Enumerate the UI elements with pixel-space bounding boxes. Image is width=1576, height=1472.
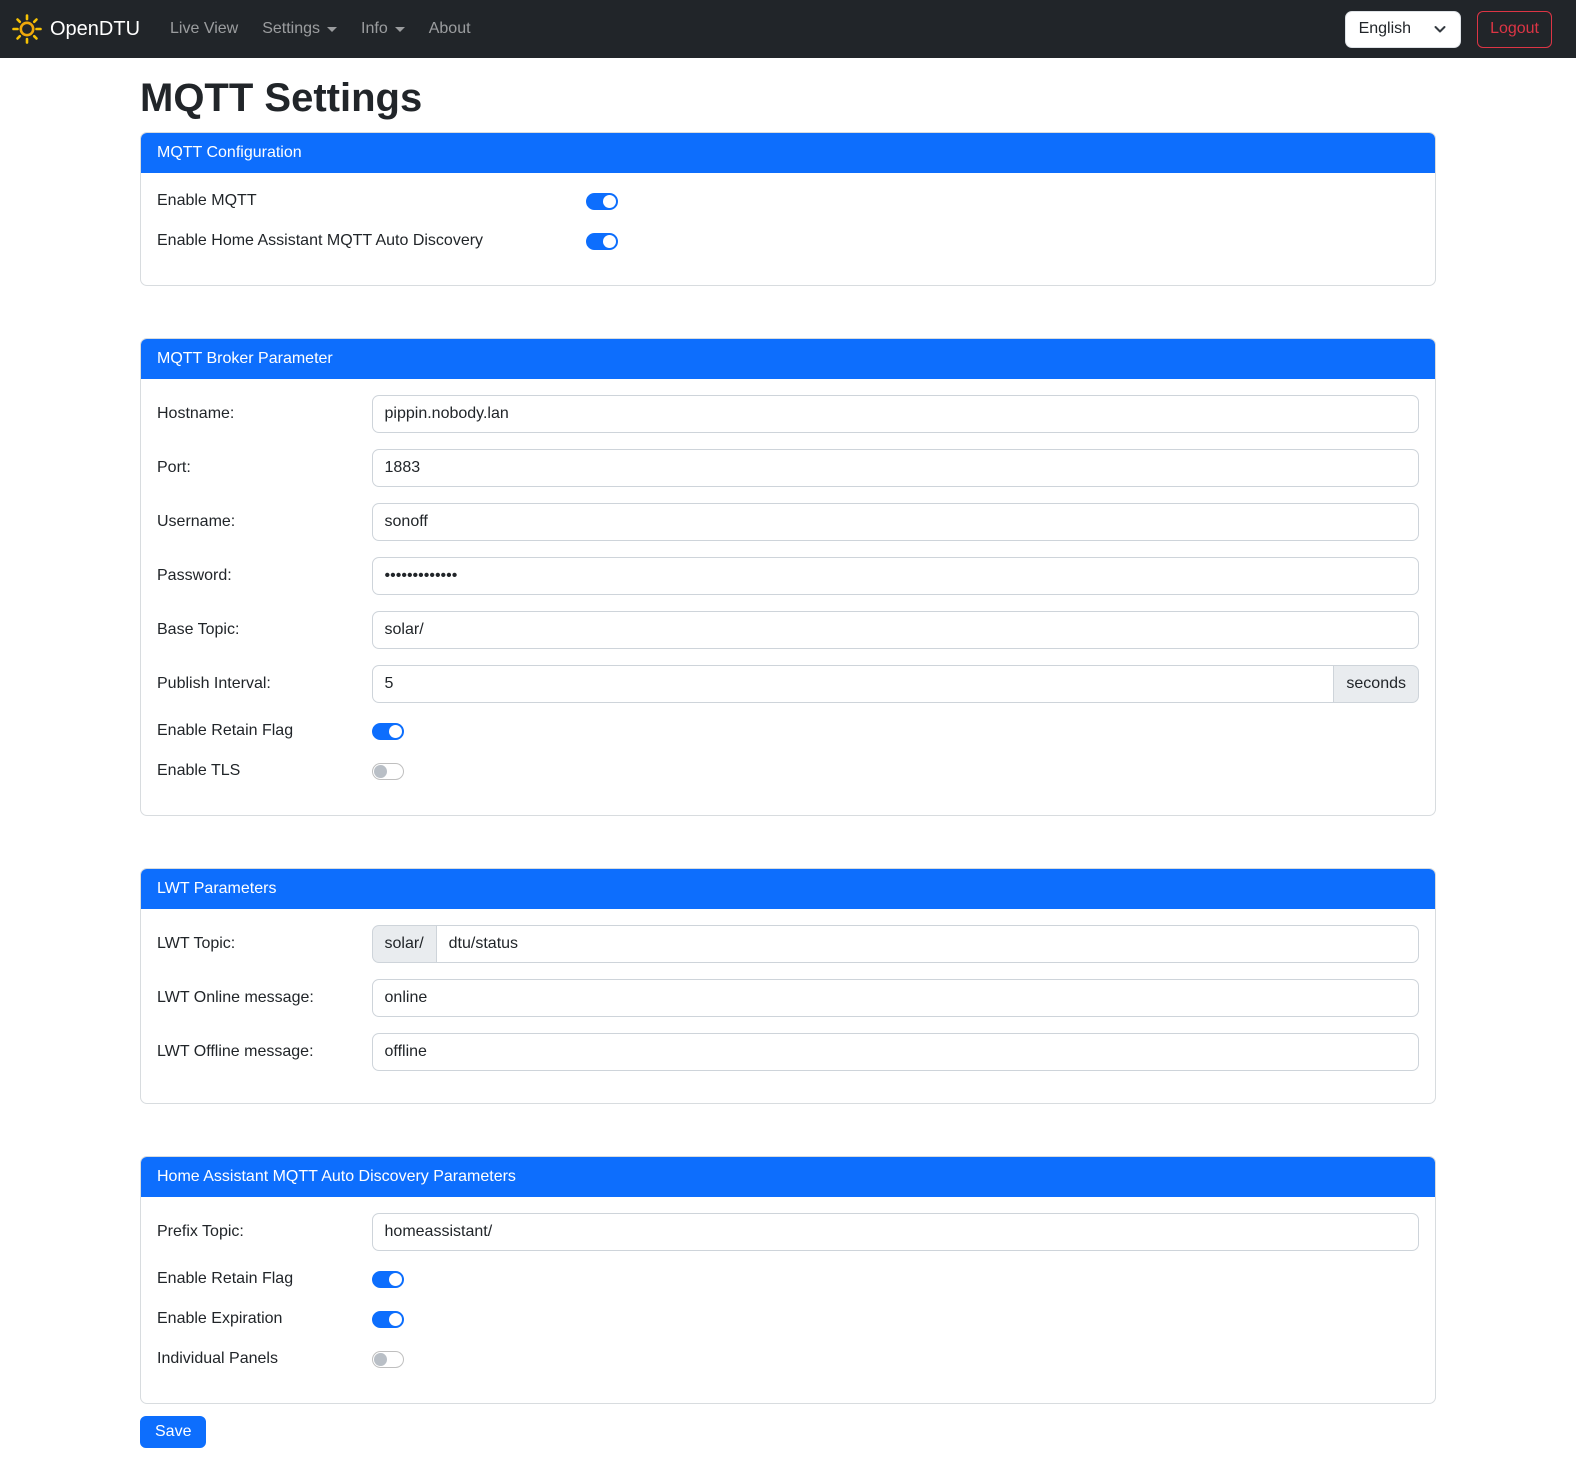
- navbar: OpenDTU Live View Settings Info About En…: [0, 0, 1576, 58]
- card-lwt-parameters: LWT Parameters LWT Topic: solar/ LWT Onl…: [140, 868, 1436, 1104]
- lwt-topic-row: LWT Topic: solar/: [157, 925, 1419, 963]
- navbar-right: English Logout: [1345, 11, 1552, 48]
- brand-label: OpenDTU: [50, 18, 140, 41]
- hostname-label: Hostname:: [157, 405, 372, 423]
- card-mqtt-broker-body: Hostname: Port: Username: Password:: [141, 379, 1435, 815]
- username-input[interactable]: [372, 503, 1419, 541]
- lwt-online-label: LWT Online message:: [157, 989, 372, 1007]
- nav-live-view[interactable]: Live View: [158, 12, 250, 46]
- publish-interval-input[interactable]: [372, 665, 1335, 703]
- base-topic-row: Base Topic:: [157, 611, 1419, 649]
- base-topic-label: Base Topic:: [157, 621, 372, 639]
- chevron-down-icon: [327, 27, 337, 32]
- nav-about[interactable]: About: [417, 12, 483, 46]
- ha-retain-row: Enable Retain Flag: [157, 1267, 1419, 1291]
- port-label: Port:: [157, 459, 372, 477]
- card-mqtt-configuration-header: MQTT Configuration: [141, 133, 1435, 173]
- card-mqtt-configuration-body: Enable MQTT Enable Home Assistant MQTT A…: [141, 173, 1435, 285]
- publish-interval-row: Publish Interval: seconds: [157, 665, 1419, 703]
- hostname-input[interactable]: [372, 395, 1419, 433]
- chevron-down-icon: [395, 27, 405, 32]
- ha-retain-toggle[interactable]: [372, 1271, 404, 1288]
- save-button[interactable]: Save: [140, 1416, 206, 1448]
- language-select[interactable]: English: [1345, 11, 1461, 48]
- base-topic-input[interactable]: [372, 611, 1419, 649]
- password-label: Password:: [157, 567, 372, 585]
- prefix-topic-label: Prefix Topic:: [157, 1223, 372, 1241]
- card-lwt-parameters-body: LWT Topic: solar/ LWT Online message: LW…: [141, 909, 1435, 1103]
- navbar-left: OpenDTU Live View Settings Info About: [12, 12, 483, 46]
- card-ha-discovery: Home Assistant MQTT Auto Discovery Param…: [140, 1156, 1436, 1404]
- enable-tls-row: Enable TLS: [157, 759, 1419, 783]
- language-selected-value: English: [1359, 20, 1411, 38]
- lwt-topic-label: LWT Topic:: [157, 935, 372, 953]
- lwt-offline-input[interactable]: [372, 1033, 1419, 1071]
- port-input[interactable]: [372, 449, 1419, 487]
- lwt-online-input[interactable]: [372, 979, 1419, 1017]
- enable-expiration-label: Enable Expiration: [157, 1310, 372, 1328]
- prefix-topic-input[interactable]: [372, 1213, 1419, 1251]
- lwt-offline-label: LWT Offline message:: [157, 1043, 372, 1061]
- main-content: MQTT Settings MQTT Configuration Enable …: [128, 58, 1448, 1472]
- card-lwt-parameters-header: LWT Parameters: [141, 869, 1435, 909]
- port-row: Port:: [157, 449, 1419, 487]
- password-input[interactable]: [372, 557, 1419, 595]
- enable-mqtt-label: Enable MQTT: [157, 192, 586, 210]
- username-label: Username:: [157, 513, 372, 531]
- enable-mqtt-toggle[interactable]: [586, 193, 618, 210]
- page-title: MQTT Settings: [140, 74, 1436, 122]
- lwt-topic-prefix: solar/: [372, 925, 437, 963]
- enable-tls-label: Enable TLS: [157, 762, 372, 780]
- enable-expiration-toggle[interactable]: [372, 1311, 404, 1328]
- username-row: Username:: [157, 503, 1419, 541]
- enable-ha-discovery-row: Enable Home Assistant MQTT Auto Discover…: [157, 229, 1419, 253]
- card-mqtt-broker-header: MQTT Broker Parameter: [141, 339, 1435, 379]
- publish-interval-unit: seconds: [1334, 665, 1419, 703]
- brand-link[interactable]: OpenDTU: [12, 14, 140, 44]
- broker-retain-label: Enable Retain Flag: [157, 722, 372, 740]
- nav-settings-label: Settings: [262, 20, 320, 38]
- nav-info-label: Info: [361, 20, 388, 38]
- lwt-topic-input[interactable]: [437, 925, 1419, 963]
- individual-panels-label: Individual Panels: [157, 1350, 372, 1368]
- sun-icon: [12, 14, 42, 44]
- nav-info[interactable]: Info: [349, 12, 417, 46]
- enable-expiration-row: Enable Expiration: [157, 1307, 1419, 1331]
- enable-ha-discovery-label: Enable Home Assistant MQTT Auto Discover…: [157, 232, 586, 250]
- enable-tls-toggle[interactable]: [372, 763, 404, 780]
- password-row: Password:: [157, 557, 1419, 595]
- individual-panels-row: Individual Panels: [157, 1347, 1419, 1371]
- card-mqtt-broker: MQTT Broker Parameter Hostname: Port: Us…: [140, 338, 1436, 816]
- card-mqtt-configuration: MQTT Configuration Enable MQTT Enable Ho…: [140, 132, 1436, 286]
- card-ha-discovery-header: Home Assistant MQTT Auto Discovery Param…: [141, 1157, 1435, 1197]
- publish-interval-label: Publish Interval:: [157, 675, 372, 693]
- logout-button[interactable]: Logout: [1477, 11, 1552, 48]
- lwt-offline-row: LWT Offline message:: [157, 1033, 1419, 1071]
- hostname-row: Hostname:: [157, 395, 1419, 433]
- chevron-down-icon: [1433, 22, 1447, 36]
- individual-panels-toggle[interactable]: [372, 1351, 404, 1368]
- ha-retain-label: Enable Retain Flag: [157, 1270, 372, 1288]
- broker-retain-row: Enable Retain Flag: [157, 719, 1419, 743]
- broker-retain-toggle[interactable]: [372, 723, 404, 740]
- nav-settings[interactable]: Settings: [250, 12, 349, 46]
- lwt-online-row: LWT Online message:: [157, 979, 1419, 1017]
- card-ha-discovery-body: Prefix Topic: Enable Retain Flag Enable …: [141, 1197, 1435, 1403]
- prefix-topic-row: Prefix Topic:: [157, 1213, 1419, 1251]
- enable-mqtt-row: Enable MQTT: [157, 189, 1419, 213]
- enable-ha-discovery-toggle[interactable]: [586, 233, 618, 250]
